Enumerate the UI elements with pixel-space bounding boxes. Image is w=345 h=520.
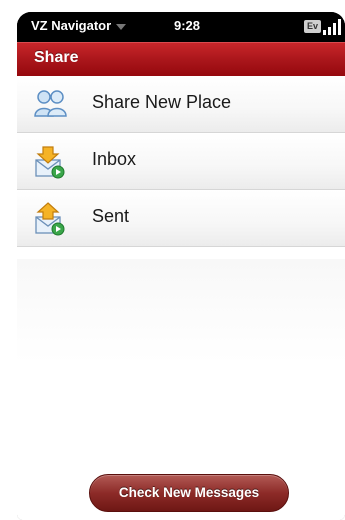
- clock: 9:28: [174, 18, 201, 33]
- share-list: Share New Place Inbox Sent: [17, 76, 345, 520]
- device-screen: VZ Navigator 9:28 Ev Share Share New Pla…: [17, 12, 345, 520]
- app-menu-caret-icon[interactable]: [116, 24, 126, 30]
- list-item-label: Share New Place: [92, 92, 232, 112]
- inbox-envelope-icon: [33, 145, 67, 179]
- app-name[interactable]: VZ Navigator: [31, 18, 111, 33]
- list-item-share-new-place[interactable]: Share New Place: [17, 76, 345, 133]
- list-item-sent[interactable]: Sent: [17, 190, 345, 247]
- signal-strength-icon: [323, 19, 341, 35]
- title-bar: Share: [17, 42, 345, 76]
- list-item-label: Inbox: [92, 149, 137, 169]
- page-title: Share: [34, 49, 79, 66]
- check-new-messages-button[interactable]: Check New Messages: [89, 474, 289, 512]
- list-item-inbox[interactable]: Inbox: [17, 133, 345, 190]
- list-item-label: Sent: [92, 206, 130, 226]
- sent-envelope-icon: [33, 202, 67, 236]
- status-bar: VZ Navigator 9:28 Ev: [17, 12, 345, 42]
- people-icon: [33, 88, 67, 122]
- ev-badge-icon: Ev: [304, 20, 321, 33]
